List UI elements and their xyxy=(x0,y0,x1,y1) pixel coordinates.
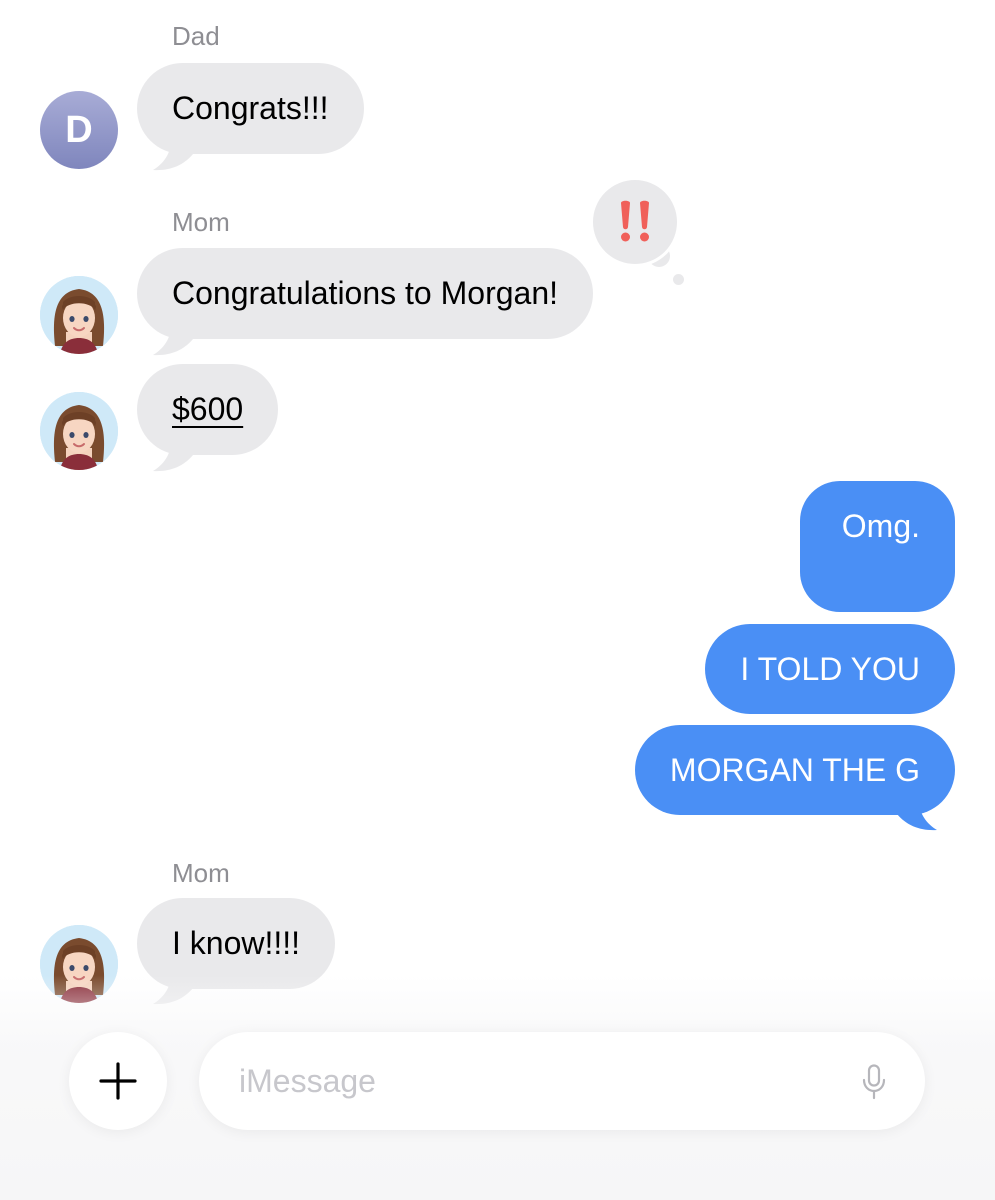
sender-name-dad: Dad xyxy=(172,21,220,51)
message-text: I TOLD YOU xyxy=(740,651,920,687)
avatar-dad[interactable]: D xyxy=(40,91,118,169)
money-amount-link[interactable]: $600 xyxy=(172,391,243,427)
message-bubble-incoming[interactable]: $600 xyxy=(137,364,279,455)
sender-name-mom: Mom xyxy=(172,207,230,237)
message-text: Congratulations to Morgan! xyxy=(172,275,558,311)
message-input[interactable]: iMessage xyxy=(199,1032,925,1130)
avatar-mom-memoji[interactable] xyxy=(40,392,118,470)
sender-name-mom: Mom xyxy=(172,858,230,888)
message-text: Congrats!!! xyxy=(172,90,329,126)
memoji-icon xyxy=(40,392,118,470)
plus-icon xyxy=(99,1062,137,1100)
message-text: Omg. xyxy=(841,508,920,544)
reaction-dot xyxy=(673,274,684,285)
message-bubble-outgoing[interactable]: I TOLD YOU xyxy=(705,624,955,714)
avatar-mom-memoji[interactable] xyxy=(40,276,118,354)
double-exclamation-icon xyxy=(621,200,649,242)
microphone-icon[interactable] xyxy=(861,1064,887,1100)
message-bubble-outgoing[interactable]: MORGAN THE G xyxy=(634,725,955,815)
add-attachment-button[interactable] xyxy=(69,1032,167,1130)
message-bubble-incoming[interactable]: Congratulations to Morgan! xyxy=(137,248,593,339)
message-input-placeholder: iMessage xyxy=(239,1063,376,1099)
message-text: I know!!!! xyxy=(172,925,301,961)
message-bubble-incoming[interactable]: Congratulations to Morgan! Congrats!!! xyxy=(137,63,364,154)
message-text: MORGAN THE G xyxy=(669,752,920,788)
message-bubble-outgoing[interactable]: Omg. xyxy=(800,481,955,612)
memoji-icon xyxy=(40,276,118,354)
reaction-badge[interactable] xyxy=(590,177,680,267)
